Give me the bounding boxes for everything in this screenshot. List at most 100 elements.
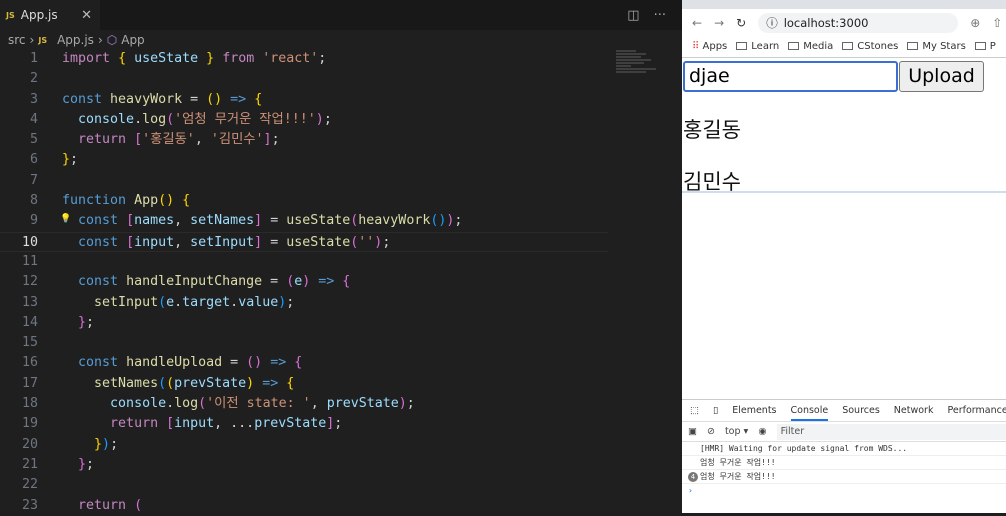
line-number: 21 <box>21 456 38 472</box>
code-line[interactable]: 14 }; <box>0 313 608 333</box>
console-prompt[interactable]: › <box>682 484 1006 498</box>
breadcrumb-src[interactable]: src <box>8 33 26 47</box>
line-number: 2 <box>29 71 38 87</box>
split-editor-icon[interactable]: ◫ <box>627 8 639 23</box>
eye-icon[interactable]: ◉ <box>758 426 766 437</box>
tab-sources[interactable]: Sources <box>842 405 880 416</box>
code-line[interactable]: 6}; <box>0 150 608 170</box>
code-line[interactable]: 8 function App() { <box>0 191 608 211</box>
code-line[interactable]: 13 setInput(e.target.value); <box>0 293 608 313</box>
context-select[interactable]: top ▾ <box>725 426 748 437</box>
code-token: ) <box>102 436 111 452</box>
code-line[interactable]: 22 <box>0 475 608 495</box>
bookmark-cstones[interactable]: CStones <box>842 41 898 52</box>
upload-button[interactable]: Upload <box>899 61 984 92</box>
code-token: ( <box>166 111 175 127</box>
breadcrumb-file[interactable]: App.js <box>57 33 94 47</box>
code-token: } <box>94 436 103 452</box>
code-text: const [names, setNames] = useState(heavy… <box>62 211 462 231</box>
bookmark-p[interactable]: P <box>974 41 996 52</box>
code-token: heavyWork <box>358 213 431 229</box>
minimap[interactable] <box>612 49 672 109</box>
folder-icon <box>788 42 800 50</box>
code-line[interactable]: 11 <box>0 252 608 272</box>
forward-icon[interactable]: → <box>714 16 724 30</box>
code-token: () <box>158 193 175 209</box>
line-number: 3 <box>29 91 38 107</box>
code-token: return <box>110 416 159 432</box>
reload-icon[interactable]: ↻ <box>736 16 746 30</box>
line-number: 22 <box>21 477 38 493</box>
code-token: { <box>118 51 127 66</box>
code-line[interactable]: 18 console.log('이전 state: ', prevState); <box>0 394 608 414</box>
code-line[interactable]: 20 }); <box>0 435 608 455</box>
code-token: '김민수' <box>210 132 264 148</box>
chevron-right-icon: › <box>97 33 103 47</box>
code-line[interactable]: 9 const [names, setNames] = useState(hea… <box>0 211 608 231</box>
lightbulb-icon[interactable]: 💡 <box>60 209 71 229</box>
bookmark-learn[interactable]: Learn <box>736 41 779 52</box>
name-input[interactable]: djae <box>683 61 898 92</box>
code-line[interactable]: 17 setNames((prevState) => { <box>0 374 608 394</box>
code-token: ) <box>315 111 324 127</box>
code-line[interactable]: 1 import { useState } from 'react'; <box>0 49 608 69</box>
code-line[interactable]: 10 const [input, setInput] = useState(''… <box>0 231 608 252</box>
tab-network[interactable]: Network <box>894 405 934 416</box>
bookmark-apps[interactable]: ⠿ Apps <box>692 41 727 52</box>
code-line[interactable]: 19 return [input, ...prevState]; <box>0 414 608 434</box>
filter-input[interactable]: Filter <box>776 423 1006 440</box>
breadcrumb-symbol[interactable]: App <box>121 33 144 47</box>
line-number: 11 <box>21 253 38 269</box>
bookmark-my-stars[interactable]: My Stars <box>907 41 966 52</box>
code-token: prevState <box>174 375 247 391</box>
code-line[interactable]: 5 return ['홍길동', '김민수']; <box>0 130 608 150</box>
tab-app-js[interactable]: JS App.js ✕ <box>0 0 100 30</box>
sidebar-toggle-icon[interactable]: ▣ <box>688 426 697 437</box>
address-bar[interactable]: ⓘ localhost:3000 <box>758 12 959 33</box>
code-token: 'react' <box>262 51 319 66</box>
tab-elements[interactable]: Elements <box>732 405 776 416</box>
code-line[interactable]: 21 }; <box>0 455 608 475</box>
code-token: , <box>174 213 191 229</box>
clear-console-icon[interactable]: ⊘ <box>707 426 715 437</box>
code-line[interactable]: 3 const heavyWork = () => { <box>0 90 608 110</box>
name-item: 홍길동 <box>683 118 741 142</box>
code-token: handleUpload <box>126 355 223 371</box>
inspect-icon[interactable]: ⬚ <box>690 405 699 416</box>
more-actions-icon[interactable]: ··· <box>654 8 666 23</box>
code-line[interactable]: 7 <box>0 171 608 191</box>
back-icon[interactable]: ← <box>692 16 702 30</box>
close-icon[interactable]: ✕ <box>81 8 92 23</box>
code-token: value <box>238 294 279 310</box>
zoom-icon[interactable]: ⊕ <box>970 16 980 30</box>
line-number: 9 <box>29 213 38 229</box>
tab-performance[interactable]: Performance <box>947 405 1006 416</box>
code-token: . <box>230 294 239 310</box>
code-token: input <box>174 416 215 432</box>
code-line[interactable]: 4 console.log('엄청 무거운 작업!!!'); <box>0 110 608 130</box>
code-area[interactable]: 1 import { useState } from 'react'; 2 3 cons… <box>0 49 608 516</box>
code-line[interactable]: 15 <box>0 333 608 353</box>
device-toggle-icon[interactable]: ▯ <box>713 405 718 416</box>
share-icon[interactable]: ⇧ <box>992 16 1002 30</box>
tab-label: App.js <box>20 8 58 22</box>
code-line[interactable]: 12 const handleInputChange = (e) => { <box>0 272 608 292</box>
tab-console[interactable]: Console <box>790 405 829 421</box>
code-token: { <box>342 274 351 290</box>
code-text: import { useState } from 'react'; <box>62 49 326 69</box>
code-token: => <box>262 375 279 391</box>
devtools-tabs: ⬚ ▯ Elements Console Sources Network Per… <box>682 400 1006 422</box>
code-token: ; <box>454 213 463 229</box>
bookmark-media[interactable]: Media <box>788 41 833 52</box>
code-line[interactable]: 16 const handleUpload = () => { <box>0 353 608 373</box>
code-text: console.log('이전 state: ', prevState); <box>62 394 415 414</box>
code-line[interactable]: 2 <box>0 69 608 89</box>
